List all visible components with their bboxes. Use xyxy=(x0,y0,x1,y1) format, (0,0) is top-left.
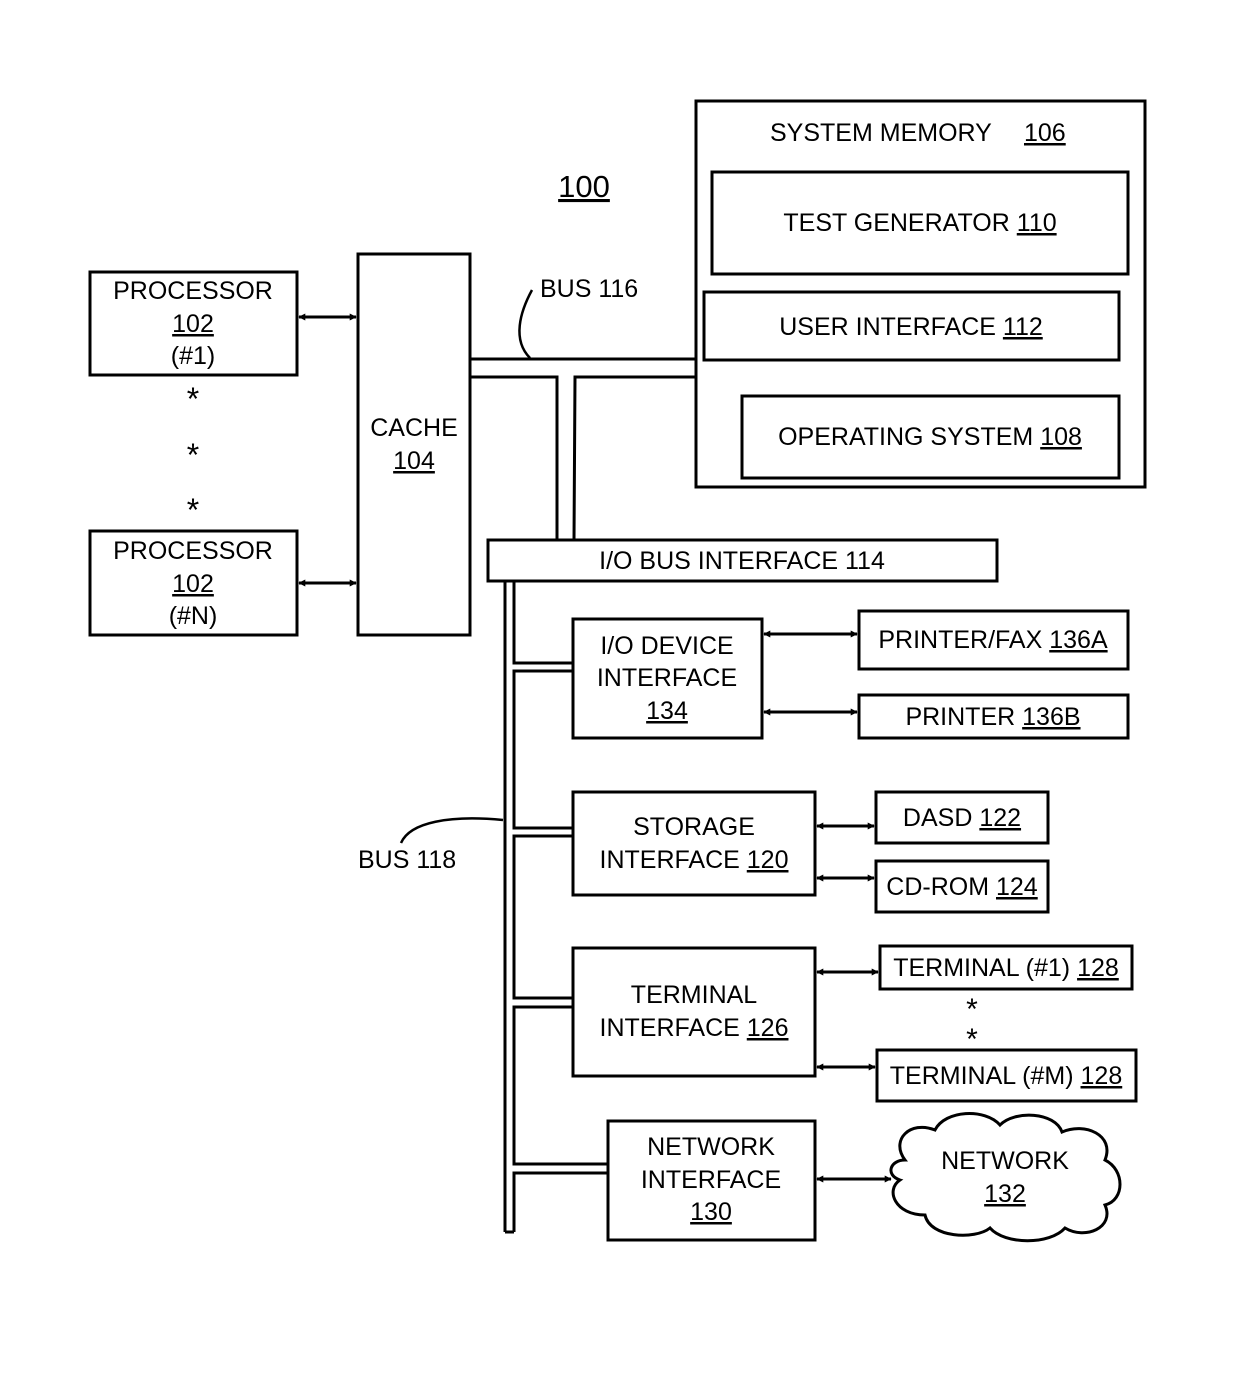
processor-ellipsis-1: * xyxy=(187,381,199,417)
bus-116-label: BUS 116 xyxy=(540,275,638,303)
computer-system-diagram: .arr { stroke:#000; stroke-width:3; fill… xyxy=(88,99,1147,1243)
storage-interface-line2: INTERFACE 120 xyxy=(600,846,789,874)
terminal-m-block: TERMINAL (#M) 128 xyxy=(875,1048,1138,1103)
bus-116: BUS 116 xyxy=(470,275,696,541)
printer-block: PRINTER 136B xyxy=(857,693,1130,740)
dasd-block: DASD 122 xyxy=(874,790,1050,845)
network-interface-block: NETWORK INTERFACE 130 xyxy=(606,1119,817,1242)
processor-1-suffix: (#1) xyxy=(171,342,215,370)
processor-n-ref: 102 xyxy=(172,570,214,598)
printer-fax-label: PRINTER/FAX 136A xyxy=(878,626,1108,654)
io-device-interface-ref: 134 xyxy=(646,697,688,725)
cache-ref: 104 xyxy=(393,447,435,475)
io-device-interface-line2: INTERFACE xyxy=(597,664,737,692)
terminal-1-block: TERMINAL (#1) 128 xyxy=(878,944,1134,991)
network-interface-line2: INTERFACE xyxy=(641,1166,781,1194)
terminal-1-label: TERMINAL (#1) 128 xyxy=(893,954,1119,982)
terminal-m-label: TERMINAL (#M) 128 xyxy=(890,1062,1122,1090)
terminal-ellipsis-1: * xyxy=(966,993,978,1026)
io-device-interface-block: I/O DEVICE INTERFACE 134 xyxy=(571,617,764,740)
processor-1-block: PROCESSOR 102 (#1) xyxy=(88,270,299,377)
network-name: NETWORK xyxy=(941,1147,1069,1175)
cdrom-block: CD-ROM 124 xyxy=(874,859,1050,914)
network-cloud: NETWORK 132 xyxy=(889,1112,1122,1243)
processor-n-block: PROCESSOR 102 (#N) xyxy=(88,529,299,637)
cloud-icon xyxy=(889,1112,1122,1243)
processor-n-suffix: (#N) xyxy=(169,602,218,630)
cache-name: CACHE xyxy=(370,414,458,442)
system-memory-ref: 106 xyxy=(1024,119,1066,147)
terminal-interface-line2: INTERFACE 126 xyxy=(600,1014,789,1042)
user-interface-label: USER INTERFACE 112 xyxy=(779,313,1043,341)
cache-block: CACHE 104 xyxy=(356,252,472,637)
terminal-interface-block: TERMINAL INTERFACE 126 xyxy=(571,946,817,1078)
printer-label: PRINTER 136B xyxy=(905,703,1080,731)
network-ref: 132 xyxy=(984,1180,1026,1208)
bus-118: BUS 118 xyxy=(358,581,608,1234)
processor-n-name: PROCESSOR xyxy=(113,537,273,565)
network-interface-line1: NETWORK xyxy=(647,1133,775,1161)
processor-1-name: PROCESSOR xyxy=(113,277,273,305)
printer-fax-block: PRINTER/FAX 136A xyxy=(857,609,1130,671)
terminal-interface-line1: TERMINAL xyxy=(631,981,758,1009)
test-generator-label: TEST GENERATOR 110 xyxy=(783,209,1056,237)
dasd-label: DASD 122 xyxy=(903,804,1021,832)
figure-reference: 100 xyxy=(558,169,610,204)
operating-system-label: OPERATING SYSTEM 108 xyxy=(778,423,1082,451)
storage-interface-line1: STORAGE xyxy=(633,813,755,841)
storage-interface-block: STORAGE INTERFACE 120 xyxy=(571,790,817,897)
bus-116-leader xyxy=(518,289,534,359)
system-memory-name: SYSTEM MEMORY xyxy=(770,119,992,147)
processor-ellipsis-3: * xyxy=(187,492,199,528)
io-device-interface-line1: I/O DEVICE xyxy=(600,632,733,660)
processor-1-ref: 102 xyxy=(172,310,214,338)
bus-118-label: BUS 118 xyxy=(358,846,456,874)
system-memory-block: SYSTEM MEMORY 106 TEST GENERATOR 110 USE… xyxy=(694,99,1147,489)
processor-ellipsis-2: * xyxy=(187,437,199,473)
bus-118-leader xyxy=(399,817,504,844)
cdrom-label: CD-ROM 124 xyxy=(886,873,1038,901)
network-interface-ref: 130 xyxy=(690,1198,732,1226)
io-bus-interface-block: I/O BUS INTERFACE 114 xyxy=(486,538,999,583)
io-bus-interface-label: I/O BUS INTERFACE 114 xyxy=(599,547,885,575)
